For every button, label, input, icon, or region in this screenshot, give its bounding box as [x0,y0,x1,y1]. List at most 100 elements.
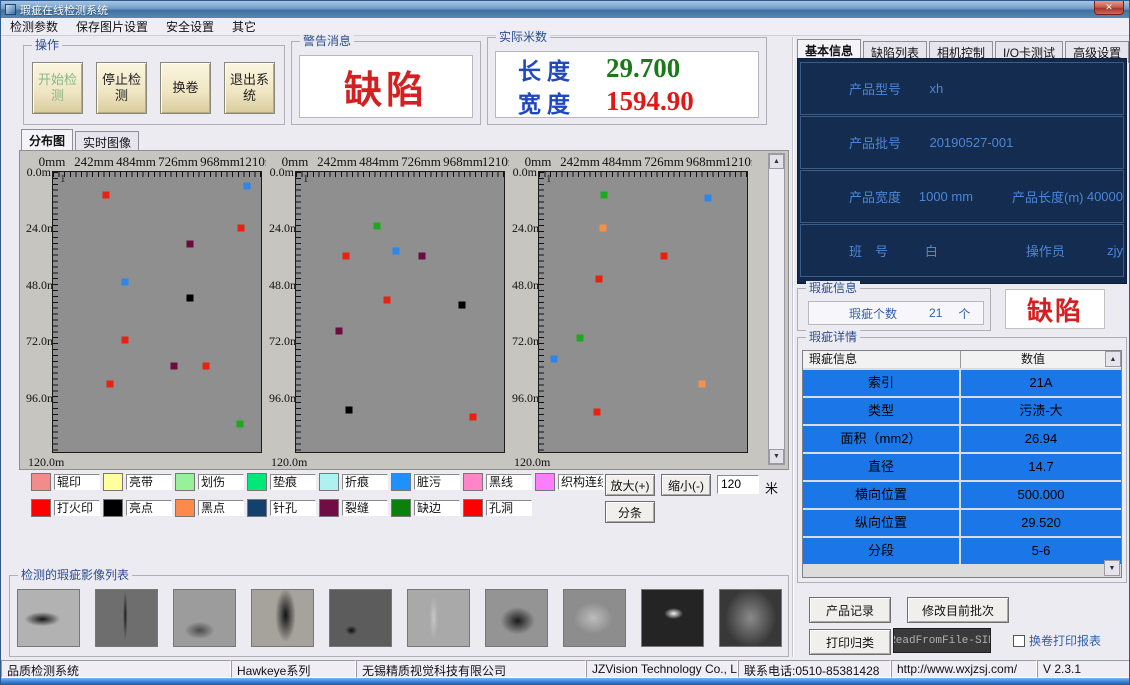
table-row[interactable]: 分段5-6 [803,536,1121,564]
close-icon[interactable] [1094,1,1124,15]
print-classify-button[interactable]: 打印归类 [809,629,891,655]
menu-item-保存图片设置[interactable]: 保存图片设置 [67,17,157,36]
defect-point[interactable] [106,381,113,388]
y-axis-tick-label: 0.0m [269,165,294,180]
y-axis-tick-label: 24.0m [512,221,537,236]
length-row: 长度 29.700 [496,52,758,85]
defect-thumbnail-5[interactable] [329,589,392,647]
status-segment-3: 无锡精质视觉科技有限公司 [356,660,586,678]
menu-item-其它[interactable]: 其它 [223,17,265,36]
table-row[interactable]: 索引21A [803,368,1121,396]
table-row[interactable]: 类型污渍-大 [803,396,1121,424]
defect-thumbnail-10[interactable] [719,589,782,647]
defect-thumbnail-6[interactable] [407,589,470,647]
defect-point[interactable] [342,253,349,260]
change-roll-button[interactable]: 换卷 [160,62,211,114]
scroll-down-icon[interactable]: ▼ [769,449,784,464]
split-strip-button[interactable]: 分条 [605,501,655,523]
defect-point[interactable] [171,362,178,369]
print-report-checkbox[interactable] [1013,635,1025,647]
x-axis-tick-label: 1210mm [724,154,752,170]
y-axis-tick-label: 0.0m [26,165,51,180]
product-info-row-1: 产品型号xh [800,62,1124,115]
plot-row-label: 1 [303,173,309,185]
scroll-up-icon[interactable]: ▲ [769,154,784,169]
defect-point[interactable] [705,194,712,201]
length-label: 长度 [518,52,606,86]
defect-point[interactable] [458,302,465,309]
legend-item-针孔: 针孔 [247,499,319,517]
start-detect-button[interactable]: 开始检测 [32,62,83,114]
defect-point[interactable] [335,327,342,334]
y-axis-tick-label: 96.0m [26,391,51,406]
defect-point[interactable] [470,414,477,421]
plot-scrollbar[interactable]: ▲▼ [768,153,785,465]
zoom-out-button[interactable]: 缩小(-) [661,474,711,496]
legend-item-折痕: 折痕 [319,473,391,491]
legend-row-1: 辊印亮带划伤垫痕折痕脏污黑线织构连线 [31,473,607,491]
plot-row-label: 1 [60,173,66,185]
defect-point[interactable] [202,362,209,369]
plot-area: 1 [538,171,748,453]
menu-item-检测参数[interactable]: 检测参数 [1,17,67,36]
defect-point[interactable] [122,278,129,285]
table-row[interactable]: 面积（mm2）26.94 [803,424,1121,452]
scatter-plot-3: 0mm242mm484mm726mm968mm1210mm0.0m24.0m48… [512,153,752,469]
product-record-button[interactable]: 产品记录 [809,597,891,623]
legend-item-织构连线: 织构连线 [535,473,607,491]
meter-range-input[interactable]: 120 [717,475,759,494]
defect-thumbnail-4[interactable] [251,589,314,647]
defect-point[interactable] [392,248,399,255]
defect-point[interactable] [384,297,391,304]
legend-swatch [31,499,51,517]
read-from-file-sim-button[interactable]: ReadFromFile-SIM [893,628,991,653]
defect-point[interactable] [600,225,607,232]
defect-point[interactable] [577,334,584,341]
defect-thumbnail-7[interactable] [485,589,548,647]
defect-point[interactable] [237,421,244,428]
defect-point[interactable] [660,253,667,260]
defect-point[interactable] [238,225,245,232]
stop-detect-button[interactable]: 停止检测 [96,62,147,114]
legend-swatch [175,473,195,491]
defect-point[interactable] [699,381,706,388]
defect-point[interactable] [244,183,251,190]
menu-item-安全设置[interactable]: 安全设置 [157,17,223,36]
defect-point[interactable] [550,355,557,362]
defect-thumbnail-1[interactable] [17,589,80,647]
y-axis-ticks [296,172,301,452]
defect-point[interactable] [601,192,608,199]
cell-field-value: 21A [961,370,1121,396]
x-axis-tick-label: 1210mm [238,154,266,170]
defect-point[interactable] [103,192,110,199]
defect-point[interactable] [596,276,603,283]
defect-thumbnail-9[interactable] [641,589,704,647]
legend-swatch [175,499,195,517]
defect-point[interactable] [594,409,601,416]
y-axis-tick-label: 120.0m [514,455,550,469]
defect-point[interactable] [186,295,193,302]
defect-thumbnail-3[interactable] [173,589,236,647]
exit-system-button[interactable]: 退出系统 [224,62,275,114]
table-row[interactable]: 横向位置500.000 [803,480,1121,508]
table-row[interactable]: 纵向位置29.520 [803,508,1121,536]
y-axis-tick-label: 0.0m [512,165,537,180]
defect-count-label: 瑕疵个数 [849,305,897,322]
modify-batch-button[interactable]: 修改目前批次 [907,597,1009,623]
defect-point[interactable] [346,407,353,414]
defect-point[interactable] [373,222,380,229]
title-bar: 瑕疵在线检测系统 [1,1,1129,18]
defect-thumbnail-2[interactable] [95,589,158,647]
product-info-row-3: 产品宽度1000 mm产品长度(m)40000 [800,170,1124,223]
legend-label: 脏污 [414,474,460,490]
defect-point[interactable] [186,241,193,248]
defect-thumbnail-8[interactable] [563,589,626,647]
table-scroll-up-icon[interactable]: ▲ [1105,351,1121,367]
defect-point[interactable] [419,253,426,260]
table-scroll-down-icon[interactable]: ▼ [1104,560,1120,576]
defect-point[interactable] [122,337,129,344]
legend-row-2: 打火印亮点黑点针孔裂缝缺边孔洞 [31,499,535,517]
zoom-in-button[interactable]: 放大(+) [605,474,655,496]
app-icon [5,4,16,15]
table-row[interactable]: 直径14.7 [803,452,1121,480]
